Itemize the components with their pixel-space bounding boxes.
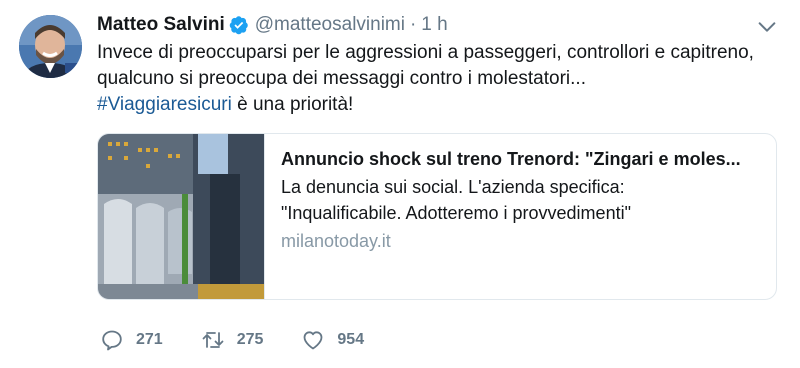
like-button[interactable]: 954 xyxy=(301,328,364,352)
card-description-line: La denuncia sui social. L'azienda specif… xyxy=(281,177,625,197)
tweet-text-line: #Viaggiaresicuri è una priorità! xyxy=(97,92,777,118)
card-description-line: "Inqualificabile. Adotteremo i provvedim… xyxy=(281,203,631,223)
timestamp[interactable]: 1 h xyxy=(421,14,447,36)
tweet[interactable]: Matteo Salvini @matteosalvinimi · 1 h In… xyxy=(0,0,800,368)
card-domain: milanotoday.it xyxy=(281,231,391,251)
author-name[interactable]: Matteo Salvini xyxy=(97,14,225,36)
hashtag-link[interactable]: #Viaggiaresicuri xyxy=(97,94,232,115)
retweet-count: 275 xyxy=(236,331,264,348)
like-count: 954 xyxy=(337,331,365,348)
heart-icon xyxy=(304,331,323,350)
chevron-down-icon[interactable] xyxy=(756,16,778,38)
separator-dot: · xyxy=(409,14,417,35)
reply-icon xyxy=(102,330,122,351)
tweet-text-line: qualcuno si preoccupa dei messaggi contr… xyxy=(97,68,586,89)
card-title[interactable]: Annuncio shock sul treno Trenord: "Zinga… xyxy=(281,146,761,172)
tweet-header: Matteo Salvini @matteosalvinimi · 1 h xyxy=(97,12,448,38)
reply-count: 271 xyxy=(136,331,163,348)
tweet-text-rest: è una priorità! xyxy=(231,94,354,115)
author-handle[interactable]: @matteosalvinimi xyxy=(255,14,405,36)
card-body: Annuncio shock sul treno Trenord: "Zinga… xyxy=(281,146,761,254)
verified-badge-icon xyxy=(229,16,248,35)
card-thumbnail xyxy=(98,134,265,299)
tweet-text-line: Invece di preoccuparsi per le aggression… xyxy=(97,42,754,63)
card-description: La denuncia sui social. L'azienda specif… xyxy=(281,174,761,226)
reply-button[interactable]: 271 xyxy=(100,328,163,352)
tweet-text: Invece di preoccuparsi per le aggression… xyxy=(97,40,777,118)
retweet-icon xyxy=(202,332,224,348)
link-card[interactable]: Annuncio shock sul treno Trenord: "Zinga… xyxy=(97,133,777,300)
tweet-actions: 271 275 954 xyxy=(100,326,402,354)
retweet-button[interactable]: 275 xyxy=(201,328,264,352)
avatar[interactable] xyxy=(19,15,82,78)
